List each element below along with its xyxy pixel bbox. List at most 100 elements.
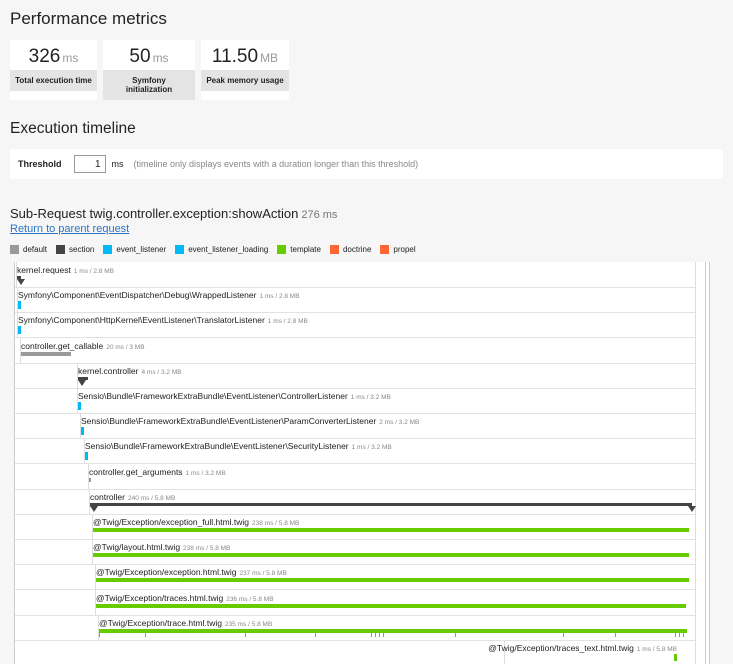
template-bar[interactable] — [93, 553, 689, 558]
event-meta: 1 ms / 3.2 MB — [350, 394, 391, 401]
timeline-row: Symfony\Component\HttpKernel\EventListen… — [15, 312, 695, 339]
template-tick — [675, 631, 676, 637]
threshold-form: Threshold 1 ms (timeline only displays e… — [10, 149, 723, 179]
event-label: @Twig/layout.html.twig — [93, 542, 181, 553]
event-label: controller — [90, 491, 125, 502]
metric-value: 326 — [28, 46, 61, 67]
template-tick — [679, 631, 680, 637]
legend-label: default — [23, 245, 48, 254]
legend-item-propel[interactable]: propel — [380, 245, 416, 254]
listener-bar[interactable] — [18, 326, 21, 335]
event-name: @Twig/Exception/traces_text.html.twig 1 m… — [488, 643, 677, 653]
event-name: controller.get_callable 20 ms / 3 MB — [21, 341, 145, 351]
threshold-note: (timeline only displays events with a du… — [133, 159, 419, 169]
event-meta: 240 ms / 5.8 MB — [127, 494, 176, 502]
legend-item-event-listener-loading[interactable]: event_listener_loading — [175, 245, 268, 254]
listener-bar[interactable] — [18, 301, 21, 310]
legend-item-template[interactable]: template — [277, 245, 321, 254]
event-name: kernel.request 1 ms / 2.8 MB — [17, 265, 114, 275]
event-meta: 238 ms / 5.8 MB — [183, 545, 231, 553]
event-meta: 20 ms / 3 MB — [106, 343, 145, 351]
timeline-row: @Twig/Exception/exception.html.twig 237 m… — [15, 564, 695, 591]
event-label: Sensio\Bundle\FrameworkExtraBundle\Event… — [78, 391, 348, 401]
legend-label: template — [290, 245, 321, 254]
legend-swatch — [277, 245, 287, 254]
timeline-row: @Twig/Exception/traces_text.html.twig 1 m… — [15, 640, 695, 664]
timeline-row: controller 240 ms / 5.8 MB — [15, 488, 696, 515]
listener-bar[interactable] — [81, 427, 84, 436]
subrequest-duration: 276 ms — [301, 209, 338, 221]
legend-swatch — [103, 245, 113, 254]
template-bar[interactable] — [93, 528, 689, 532]
event-name: controller 240 ms / 5.8 MB — [90, 492, 175, 502]
event-meta: 2 ms / 3.2 MB — [379, 419, 420, 427]
subrequest-title: Sub-Request twig.controller.exception:sh… — [10, 206, 337, 221]
event-meta: 237 ms / 5.8 MB — [239, 570, 287, 578]
event-meta: 235 ms / 5.8 MB — [224, 620, 273, 628]
metric-unit: ms — [62, 51, 79, 65]
event-name: controller.get_arguments 1 ms / 3.2 MB — [89, 467, 226, 477]
default-bar[interactable] — [21, 351, 71, 356]
threshold-unit: ms — [111, 159, 124, 169]
event-meta: 1 ms / 3.2 MB — [351, 444, 392, 452]
legend-label: doctrine — [342, 245, 372, 254]
legend-item-section[interactable]: section — [56, 245, 94, 254]
template-tick — [99, 631, 100, 637]
return-to-parent-link[interactable]: Return to parent request — [10, 223, 129, 235]
legend-item-event-listener[interactable]: event_listener — [103, 245, 166, 254]
timeline-row: @Twig/layout.html.twig 238 ms / 5.8 MB — [15, 539, 695, 566]
event-meta: 1 ms / 3.2 MB — [185, 469, 226, 477]
template-tick — [245, 631, 246, 637]
event-meta: 1 ms / 2.8 MB — [73, 268, 114, 275]
legend-label: event_listener_loading — [188, 245, 269, 254]
template-bar[interactable] — [96, 603, 686, 608]
event-label: Symfony\Component\EventDispatcher\Debug\… — [18, 290, 257, 301]
timeline-row: @Twig/Exception/trace.html.twig 235 ms / … — [15, 614, 695, 641]
event-name: kernel.controller 4 ms / 3.2 MB — [78, 366, 182, 376]
section-bar[interactable] — [17, 276, 25, 285]
template-bar[interactable] — [99, 628, 687, 633]
default-bar[interactable] — [89, 477, 91, 482]
event-label: Sensio\Bundle\FrameworkExtraBundle\Event… — [85, 441, 349, 452]
section-bar[interactable] — [90, 502, 696, 512]
legend-item-default[interactable]: default — [10, 245, 47, 254]
template-tick — [379, 631, 380, 637]
template-bar[interactable] — [96, 578, 689, 583]
metric-total-execution-time: 326 ms Total execution time — [10, 40, 97, 100]
threshold-input[interactable]: 1 — [73, 155, 106, 173]
template-bar[interactable] — [674, 654, 677, 661]
legend-label: propel — [393, 245, 416, 254]
legend-swatch — [10, 245, 19, 254]
event-label: kernel.controller — [78, 365, 139, 376]
event-name: @Twig/Exception/traces.html.twig 236 ms /… — [96, 593, 274, 603]
event-label: controller.get_callable — [21, 340, 104, 351]
timeline-gridline — [705, 262, 706, 664]
metric-unit: ms — [152, 51, 169, 65]
event-label: @Twig/Exception/trace.html.twig — [99, 617, 222, 628]
event-label: kernel.request — [17, 265, 71, 275]
timeline-row: controller.get_arguments 1 ms / 3.2 MB — [15, 463, 695, 490]
template-tick — [375, 631, 376, 637]
event-label: @Twig/Exception/exception_full.html.twig — [93, 517, 250, 527]
execution-timeline-title: Execution timeline — [10, 120, 136, 137]
listener-bar[interactable] — [85, 452, 88, 461]
event-name: Symfony\Component\EventDispatcher\Debug\… — [18, 290, 300, 300]
section-cap — [78, 379, 86, 386]
event-label: controller.get_arguments — [89, 466, 183, 477]
event-meta: 1 ms / 5.8 MB — [636, 646, 677, 653]
metric-peak-memory-usage: 11.50 MB Peak memory usage — [201, 40, 289, 100]
section-bar[interactable] — [78, 376, 88, 386]
legend-item-doctrine[interactable]: doctrine — [329, 245, 372, 254]
event-label: Symfony\Component\HttpKernel\EventListen… — [18, 315, 265, 326]
timeline-row: Symfony\Component\EventDispatcher\Debug\… — [15, 287, 695, 314]
legend-label: event_listener — [116, 245, 167, 254]
metric-label: Total execution time — [10, 70, 97, 91]
metric-label: Symfony initialization — [103, 70, 195, 100]
listener-bar[interactable] — [78, 402, 81, 410]
event-name: @Twig/Exception/trace.html.twig 235 ms / … — [99, 618, 272, 628]
timeline-row: Sensio\Bundle\FrameworkExtraBundle\Event… — [15, 438, 695, 465]
template-tick — [145, 631, 146, 637]
template-tick — [615, 631, 616, 637]
template-tick — [383, 631, 384, 637]
event-name: Sensio\Bundle\FrameworkExtraBundle\Event… — [78, 391, 391, 401]
